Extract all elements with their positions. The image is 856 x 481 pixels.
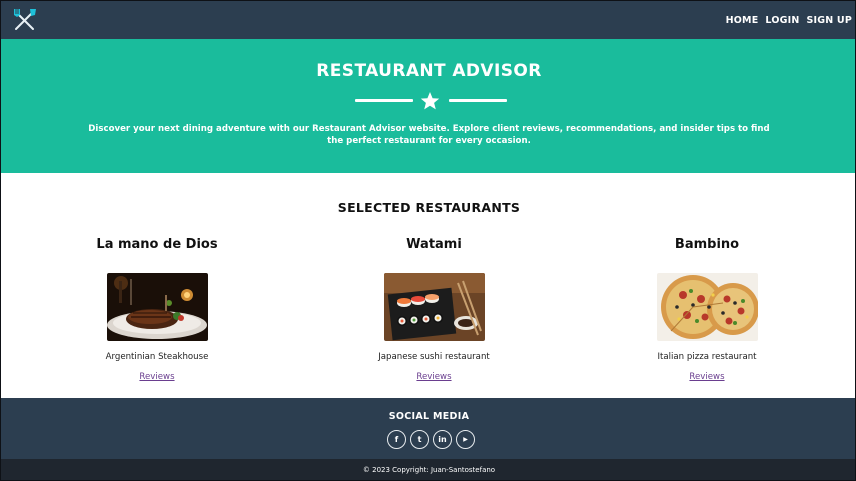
hero-title: RESTAURANT ADVISOR bbox=[316, 61, 542, 81]
social-icons: f t in ▶ bbox=[387, 430, 475, 449]
page: HOME LOGIN SIGN UP RESTAURANT ADVISOR Di… bbox=[0, 0, 856, 481]
reviews-link[interactable]: Reviews bbox=[139, 372, 174, 383]
youtube-glyph: ▶ bbox=[463, 435, 468, 443]
navbar: HOME LOGIN SIGN UP bbox=[1, 1, 855, 39]
restaurant-name: La mano de Dios bbox=[96, 237, 218, 252]
restaurant-card: Watami Japanese sushi restaurant Reviews bbox=[334, 237, 534, 383]
twitter-glyph: t bbox=[417, 434, 422, 444]
social-title: SOCIAL MEDIA bbox=[388, 411, 470, 422]
restaurant-card: La mano de Dios Argentinian Steakhouse R… bbox=[57, 237, 257, 383]
star-icon bbox=[420, 91, 440, 111]
nav-home-link[interactable]: HOME bbox=[726, 15, 759, 27]
section-title: SELECTED RESTAURANTS bbox=[337, 200, 521, 215]
copyright-text: © 2023 Copyright: Juan-Santostefano bbox=[362, 466, 496, 474]
facebook-glyph: f bbox=[394, 434, 399, 444]
fork-knife-icon[interactable] bbox=[11, 7, 39, 33]
restaurant-description: Japanese sushi restaurant bbox=[378, 352, 490, 362]
reviews-link[interactable]: Reviews bbox=[689, 372, 724, 383]
divider-line-left bbox=[355, 99, 413, 102]
sushi-image[interactable] bbox=[383, 273, 485, 341]
nav-links: HOME LOGIN SIGN UP bbox=[726, 15, 852, 27]
hero-description: Discover your next dining adventure with… bbox=[88, 124, 770, 146]
restaurant-card: Bambino Italian pizza restaurant Reviews bbox=[607, 237, 807, 383]
restaurant-name: Bambino bbox=[674, 237, 740, 252]
social-footer: SOCIAL MEDIA f t in ▶ bbox=[1, 398, 855, 459]
twitter-icon[interactable]: t bbox=[410, 430, 429, 449]
restaurant-description: Italian pizza restaurant bbox=[657, 352, 757, 362]
youtube-icon[interactable]: ▶ bbox=[456, 430, 475, 449]
copyright-bar: © 2023 Copyright: Juan-Santostefano bbox=[1, 459, 855, 480]
facebook-icon[interactable]: f bbox=[387, 430, 406, 449]
nav-login-link[interactable]: LOGIN bbox=[765, 15, 799, 27]
restaurants-section: SELECTED RESTAURANTS La mano de Dios Arg… bbox=[1, 173, 855, 398]
hero-divider bbox=[353, 91, 509, 111]
steak-image[interactable] bbox=[106, 273, 208, 341]
hero-banner: RESTAURANT ADVISOR Discover your next di… bbox=[1, 39, 855, 173]
reviews-link[interactable]: Reviews bbox=[416, 372, 451, 383]
nav-signup-link[interactable]: SIGN UP bbox=[806, 15, 852, 27]
pizza-image[interactable] bbox=[656, 273, 758, 341]
restaurant-name: Watami bbox=[406, 237, 462, 252]
linkedin-glyph: in bbox=[438, 434, 447, 444]
divider-line-right bbox=[449, 99, 507, 102]
restaurant-description: Argentinian Steakhouse bbox=[105, 352, 209, 362]
linkedin-icon[interactable]: in bbox=[433, 430, 452, 449]
